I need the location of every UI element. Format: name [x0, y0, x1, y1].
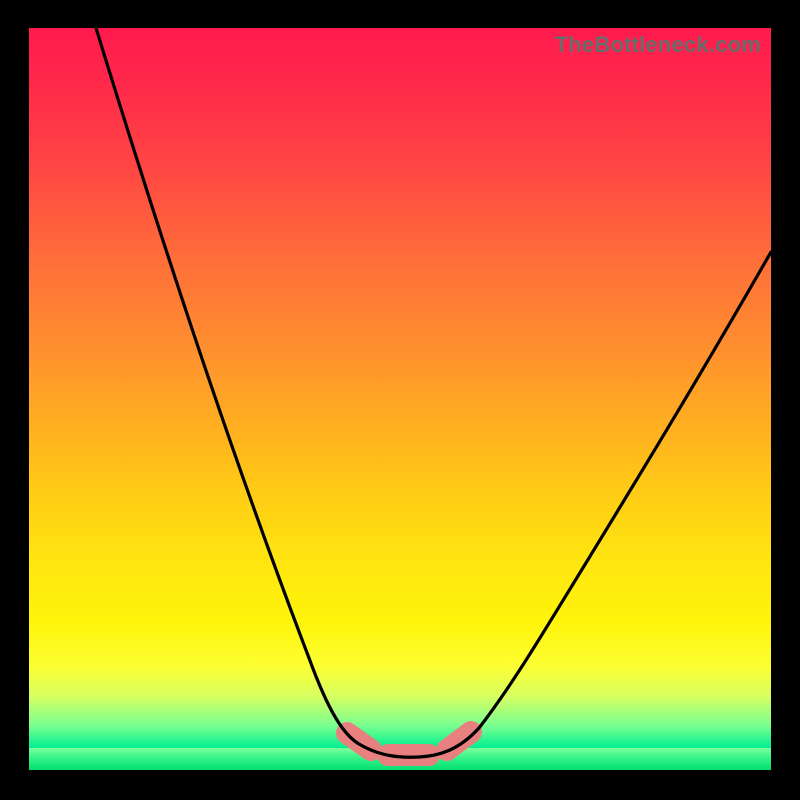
curve-svg: [29, 28, 771, 770]
chart-frame: TheBottleneck.com: [0, 0, 800, 800]
minimum-markers: [347, 732, 471, 755]
plot-area: TheBottleneck.com: [29, 28, 771, 770]
bottleneck-curve: [96, 28, 771, 757]
